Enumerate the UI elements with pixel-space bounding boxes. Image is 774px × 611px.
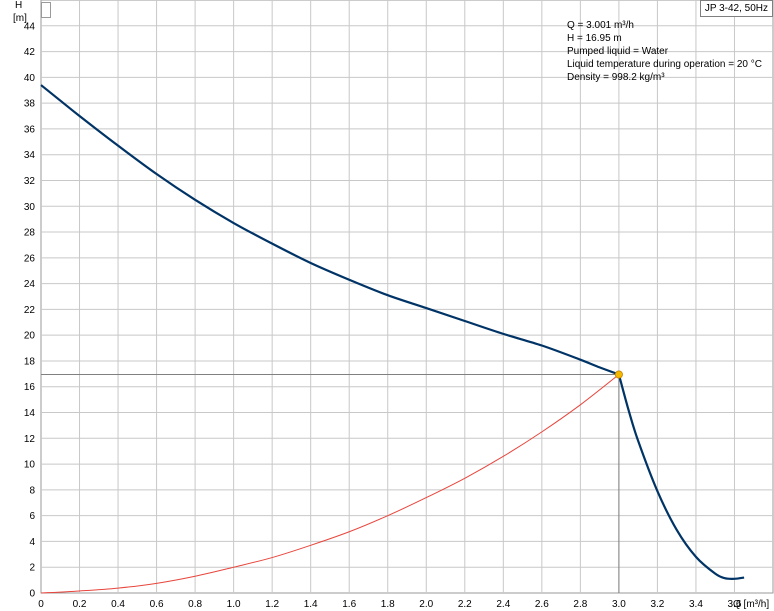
y-tick-label: 42 — [24, 47, 36, 58]
corner-box — [41, 2, 51, 18]
info-density: Density = 998.2 kg/m³ — [567, 72, 665, 83]
x-tick-label: 2.2 — [458, 599, 472, 610]
info-liquid: Pumped liquid = Water — [567, 46, 669, 57]
x-tick-label: 2.6 — [535, 599, 549, 610]
pump-label: JP 3-42, 50Hz — [699, 0, 773, 17]
info-head: H = 16.95 m — [567, 33, 622, 44]
info-temperature: Liquid temperature during operation = 20… — [567, 59, 762, 70]
x-tick-label: 1.0 — [227, 599, 241, 610]
y-tick-label: 40 — [24, 73, 36, 84]
x-tick-label: 1.4 — [304, 599, 318, 610]
y-tick-label: 16 — [24, 382, 36, 393]
y-tick-label: 14 — [24, 408, 36, 419]
x-tick-label: 3.2 — [650, 599, 664, 610]
x-tick-label: 0.6 — [150, 599, 164, 610]
info-flow: Q = 3.001 m³/h — [567, 20, 634, 31]
y-tick-label: 24 — [24, 279, 36, 290]
y-tick-label: 32 — [24, 176, 36, 187]
y-axis-unit: [m] — [13, 13, 27, 24]
y-tick-label: 22 — [24, 305, 36, 316]
x-tick-label: 1.6 — [342, 599, 356, 610]
y-tick-label: 18 — [24, 356, 36, 367]
x-tick-label: 0.4 — [111, 599, 125, 610]
y-tick-label: 2 — [29, 563, 35, 574]
x-tick-label: 2.4 — [496, 599, 510, 610]
y-tick-label: 20 — [24, 331, 36, 342]
x-tick-label: 3.0 — [612, 599, 626, 610]
y-tick-label: 6 — [29, 511, 35, 522]
y-tick-label: 34 — [24, 150, 36, 161]
y-tick-label: 38 — [24, 99, 36, 110]
y-tick-label: 10 — [24, 460, 36, 471]
y-tick-label: 36 — [24, 124, 36, 135]
x-tick-label: 0.8 — [188, 599, 202, 610]
x-axis-title: Q [m³/h] — [733, 599, 769, 610]
x-tick-label: 2.0 — [419, 599, 433, 610]
x-tick-label: 1.2 — [265, 599, 279, 610]
y-axis-title: H — [15, 0, 22, 11]
y-tick-label: 8 — [29, 485, 35, 496]
y-tick-label: 4 — [29, 537, 35, 548]
pump-curve-chart: 0 0.2 0.4 0.6 0.8 1.0 1.2 1.4 1.6 1.8 2.0 2.2 2.4 2.6… — [13, 0, 774, 610]
y-tick-label: 26 — [24, 253, 36, 264]
x-tick-label: 0 — [38, 599, 44, 610]
x-tick-label: 2.8 — [573, 599, 587, 610]
x-tick-label: 3.4 — [689, 599, 703, 610]
x-tick-label: 0.2 — [73, 599, 87, 610]
y-tick-label: 30 — [24, 202, 36, 213]
y-tick-label: 28 — [24, 228, 36, 239]
y-tick-label: 12 — [24, 434, 36, 445]
duty-point-marker — [614, 370, 623, 379]
y-tick-label: 0 — [29, 589, 35, 600]
x-tick-label: 1.8 — [381, 599, 395, 610]
